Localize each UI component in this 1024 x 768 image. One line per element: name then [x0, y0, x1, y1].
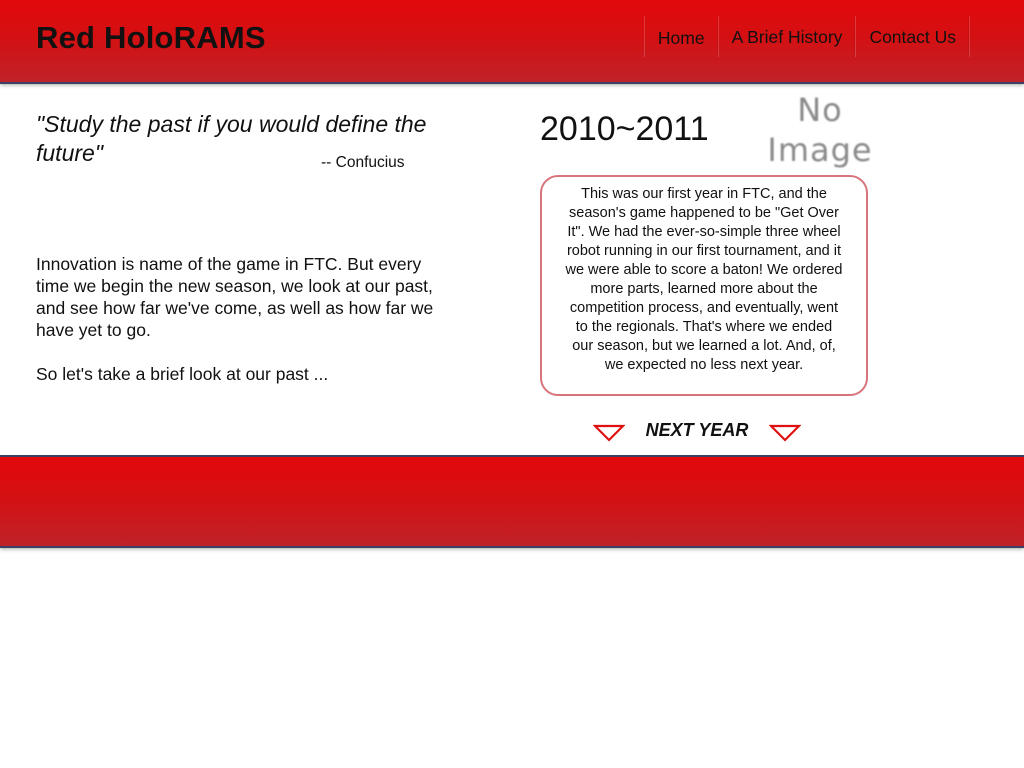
- no-image-placeholder: No Image: [767, 91, 873, 169]
- intro-text: Innovation is name of the game in FTC. B…: [36, 253, 446, 407]
- triangle-down-icon[interactable]: [768, 424, 801, 442]
- triangle-down-icon[interactable]: [593, 424, 625, 442]
- site-title[interactable]: Red HoloRAMS: [36, 20, 266, 56]
- main-nav: Home A Brief History Contact Us: [643, 16, 970, 57]
- nav-contact-us[interactable]: Contact Us: [856, 16, 970, 57]
- footer-bar: [0, 457, 1024, 546]
- nav-brief-history[interactable]: A Brief History: [719, 16, 857, 57]
- nav-home-label: Home: [657, 28, 705, 48]
- next-year-button[interactable]: NEXT YEAR: [593, 418, 801, 448]
- nav-brief-history-label: A Brief History: [731, 27, 843, 47]
- nav-home[interactable]: Home: [645, 16, 719, 57]
- intro-paragraph: Innovation is name of the game in FTC. B…: [36, 254, 434, 340]
- header-bar: Red HoloRAMS Home A Brief History Contac…: [0, 0, 1024, 82]
- next-year-label[interactable]: NEXT YEAR: [646, 420, 749, 441]
- quote-author: -- Confucius: [321, 154, 405, 171]
- year-description: This was our first year in FTC, and the …: [565, 186, 843, 373]
- year-heading: 2010~2011: [540, 110, 709, 148]
- year-description-box: This was our first year in FTC, and the …: [540, 175, 868, 396]
- nav-contact-us-label: Contact Us: [869, 27, 956, 47]
- page: Red HoloRAMS Home A Brief History Contac…: [0, 0, 1024, 768]
- intro-paragraph: So let's take a brief look at our past .…: [36, 364, 329, 384]
